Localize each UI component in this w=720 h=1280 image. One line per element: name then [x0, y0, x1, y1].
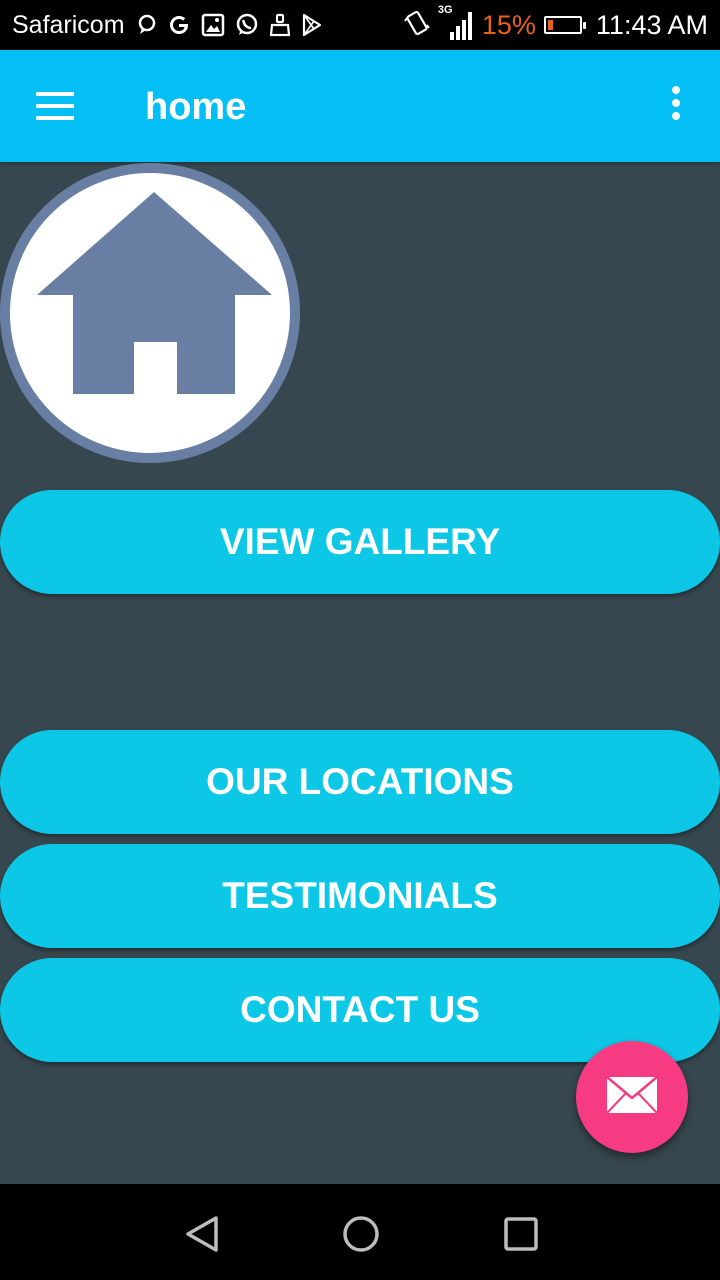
app-bar: home — [0, 50, 720, 162]
mail-icon — [606, 1075, 658, 1119]
play-store-icon — [301, 13, 323, 37]
back-icon[interactable] — [180, 1212, 224, 1256]
notification-icons — [137, 13, 323, 37]
battery-percent: 15% — [481, 9, 536, 40]
vibrate-icon — [404, 10, 430, 41]
google-icon — [167, 13, 191, 37]
cleaner-icon — [269, 13, 291, 37]
clock: 11:43 AM — [595, 9, 708, 40]
image-icon — [201, 13, 225, 37]
view-gallery-button[interactable]: VIEW GALLERY — [0, 490, 720, 594]
testimonials-button[interactable]: TESTIMONIALS — [0, 844, 720, 948]
status-right: 3G 15% 11:43 AM — [404, 4, 708, 42]
our-locations-button[interactable]: OUR LOCATIONS — [0, 730, 720, 834]
chat-bubble-icon — [137, 14, 157, 36]
screen: Safaricom 3G 15% 11:43 AM home VIEW GALL… — [0, 0, 720, 1280]
battery-icon — [543, 16, 586, 34]
hamburger-menu-icon[interactable] — [36, 92, 76, 120]
navigation-bar — [0, 1184, 720, 1280]
mail-fab-button[interactable] — [576, 1041, 688, 1153]
whatsapp-icon — [235, 13, 259, 37]
recents-icon[interactable] — [499, 1212, 543, 1256]
house-icon — [0, 163, 300, 463]
page-title: home — [145, 86, 247, 128]
home-icon[interactable] — [339, 1212, 383, 1256]
status-bar: Safaricom 3G 15% 11:43 AM — [0, 0, 720, 50]
signal-icon: 3G — [438, 4, 474, 42]
carrier-name: Safaricom — [12, 10, 125, 39]
more-vert-icon[interactable] — [664, 86, 688, 126]
